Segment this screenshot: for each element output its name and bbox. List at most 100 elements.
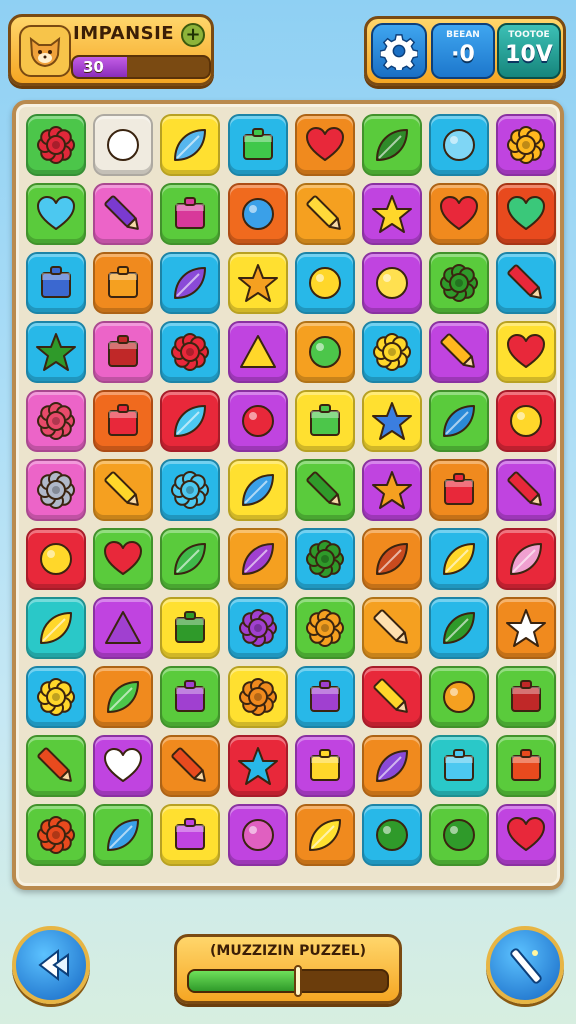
puzzle-tile[interactable]	[429, 459, 490, 521]
puzzle-tile[interactable]	[93, 528, 154, 590]
puzzle-tile[interactable]	[362, 183, 422, 245]
puzzle-tile[interactable]	[496, 252, 557, 314]
pencil-icon	[104, 195, 140, 230]
puzzle-tile[interactable]	[160, 735, 221, 797]
puzzle-tile[interactable]	[160, 252, 221, 314]
puzzle-tile[interactable]	[93, 459, 154, 521]
puzzle-tile[interactable]	[362, 804, 422, 866]
puzzle-tile[interactable]	[26, 528, 86, 590]
puzzle-tile[interactable]	[26, 390, 86, 452]
puzzle-tile[interactable]	[227, 735, 288, 797]
puzzle-tile[interactable]	[294, 459, 355, 521]
puzzle-tile[interactable]	[26, 252, 86, 314]
puzzle-tile[interactable]	[429, 735, 490, 797]
smile-icon	[376, 267, 408, 299]
puzzle-tile[interactable]	[227, 459, 288, 521]
puzzle-tile[interactable]	[362, 390, 422, 452]
puzzle-tile[interactable]	[160, 528, 221, 590]
puzzle-tile[interactable]	[160, 666, 221, 728]
puzzle-tile[interactable]	[227, 804, 288, 866]
puzzle-tile[interactable]	[227, 321, 288, 383]
puzzle-tile[interactable]	[93, 321, 154, 383]
puzzle-tile[interactable]	[362, 666, 422, 728]
puzzle-tile[interactable]	[227, 114, 288, 176]
puzzle-tile[interactable]	[227, 597, 288, 659]
puzzle-tile[interactable]	[227, 528, 288, 590]
puzzle-tile[interactable]	[429, 114, 490, 176]
puzzle-tile[interactable]	[496, 183, 557, 245]
puzzle-tile[interactable]	[294, 252, 355, 314]
puzzle-tile[interactable]	[496, 666, 557, 728]
heart-icon	[507, 817, 546, 851]
puzzle-tile[interactable]	[26, 735, 86, 797]
puzzle-tile[interactable]	[294, 804, 355, 866]
puzzle-tile[interactable]	[93, 597, 154, 659]
puzzle-tile[interactable]	[160, 183, 221, 245]
plum-icon	[241, 819, 274, 851]
puzzle-tile[interactable]	[93, 183, 154, 245]
puzzle-tile[interactable]	[227, 666, 288, 728]
puzzle-tile[interactable]	[362, 321, 422, 383]
back-button[interactable]	[12, 926, 90, 1004]
puzzle-tile[interactable]	[294, 528, 355, 590]
puzzle-tile[interactable]	[93, 666, 154, 728]
puzzle-tile[interactable]	[429, 804, 490, 866]
puzzle-tile[interactable]	[294, 666, 355, 728]
puzzle-tile[interactable]	[93, 804, 154, 866]
puzzle-tile[interactable]	[93, 252, 154, 314]
puzzle-tile[interactable]	[26, 666, 86, 728]
puzzle-tile[interactable]	[294, 735, 355, 797]
puzzle-tile[interactable]	[26, 597, 86, 659]
puzzle-tile[interactable]	[429, 666, 490, 728]
puzzle-tile[interactable]	[294, 183, 355, 245]
puzzle-tile[interactable]	[227, 390, 288, 452]
puzzle-tile[interactable]	[160, 459, 221, 521]
puzzle-tile[interactable]	[294, 597, 355, 659]
puzzle-tile[interactable]	[362, 597, 422, 659]
puzzle-tile[interactable]	[160, 804, 221, 866]
hint-button[interactable]	[486, 926, 564, 1004]
puzzle-tile[interactable]	[496, 735, 557, 797]
puzzle-tile[interactable]	[429, 321, 490, 383]
puzzle-tile[interactable]	[26, 114, 86, 176]
puzzle-tile[interactable]	[160, 321, 221, 383]
puzzle-tile[interactable]	[294, 390, 355, 452]
puzzle-tile[interactable]	[26, 804, 86, 866]
stat-a-value: ·0	[451, 42, 475, 67]
puzzle-tile[interactable]	[294, 114, 355, 176]
heart-icon	[440, 196, 479, 230]
puzzle-tile[interactable]	[294, 321, 355, 383]
puzzle-tile[interactable]	[160, 114, 221, 176]
puzzle-tile[interactable]	[26, 459, 86, 521]
puzzle-tile[interactable]	[93, 735, 154, 797]
puzzle-tile[interactable]	[429, 183, 490, 245]
puzzle-tile[interactable]	[26, 183, 86, 245]
puzzle-tile[interactable]	[496, 804, 557, 866]
puzzle-tile[interactable]	[496, 528, 557, 590]
puzzle-tile[interactable]	[362, 528, 422, 590]
puzzle-tile[interactable]	[93, 390, 154, 452]
puzzle-tile[interactable]	[429, 252, 490, 314]
puzzle-tile[interactable]	[496, 597, 557, 659]
puzzle-tile[interactable]	[93, 114, 154, 176]
puzzle-tile[interactable]	[362, 735, 422, 797]
puzzle-tile[interactable]	[496, 114, 557, 176]
puzzle-tile[interactable]	[496, 321, 557, 383]
puzzle-tile[interactable]	[429, 528, 490, 590]
puzzle-tile[interactable]	[429, 597, 490, 659]
puzzle-tile[interactable]	[362, 459, 422, 521]
puzzle-tile[interactable]	[160, 597, 221, 659]
puzzle-tile[interactable]	[496, 459, 557, 521]
puzzle-tile[interactable]	[227, 252, 288, 314]
puzzle-tile[interactable]	[496, 390, 557, 452]
puzzle-tile[interactable]	[429, 390, 490, 452]
puzzle-tile[interactable]	[362, 114, 422, 176]
avatar[interactable]	[19, 25, 71, 77]
add-button[interactable]: +	[181, 23, 205, 47]
puzzle-tile[interactable]	[160, 390, 221, 452]
puzzle-tile[interactable]	[26, 321, 86, 383]
puzzle-tile[interactable]	[362, 252, 422, 314]
puzzle-tile[interactable]	[227, 183, 288, 245]
settings-button[interactable]	[371, 23, 427, 79]
progress-handle[interactable]	[294, 965, 303, 997]
